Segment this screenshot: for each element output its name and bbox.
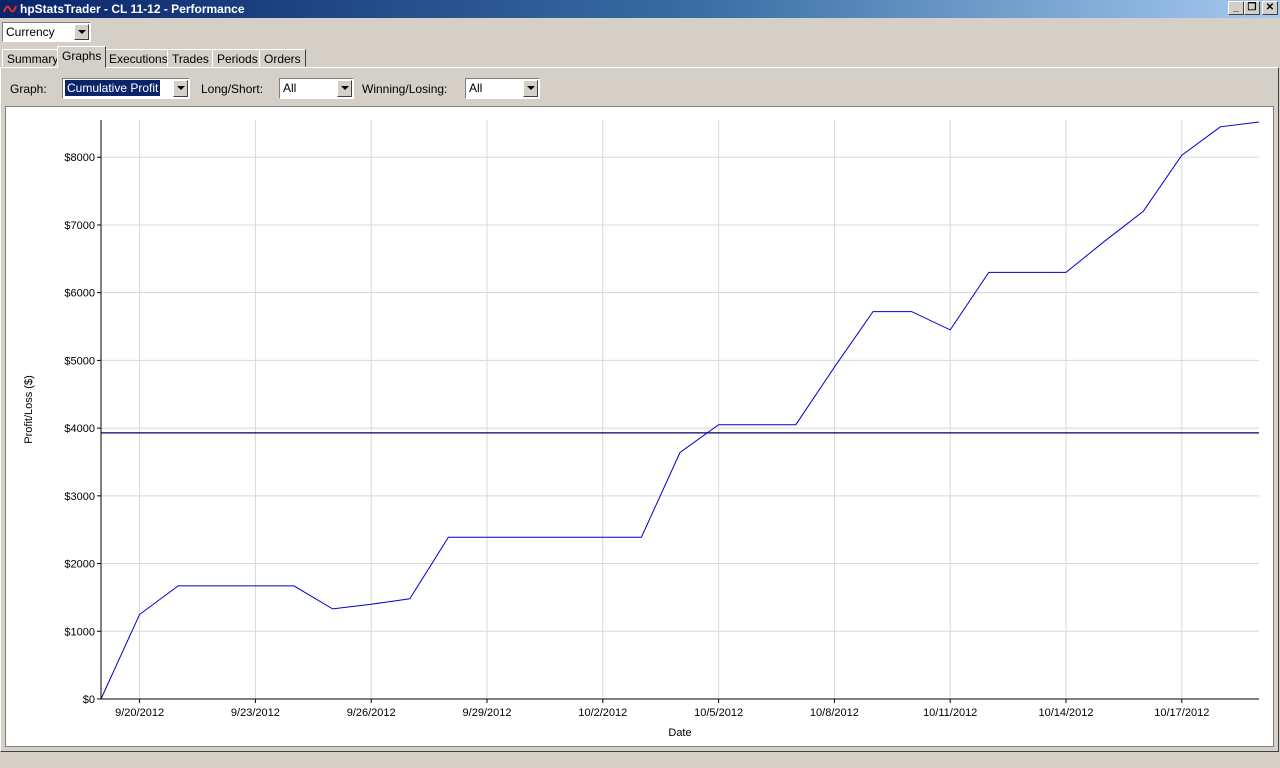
y-tick-label: $7000 (64, 220, 95, 232)
app-logo-icon (3, 5, 17, 13)
y-tick-label: $6000 (64, 288, 95, 300)
x-tick-label: 9/26/2012 (347, 707, 396, 719)
long-short-value: All (283, 81, 297, 95)
tab-trades[interactable]: Trades (167, 49, 214, 67)
title-bar: hpStatsTrader - CL 11-12 - Performance _… (0, 0, 1280, 18)
cumulative-profit-chart: 9/20/2012 9/23/2012 9/26/2012 9/29/2012 10/2… (23, 120, 1260, 739)
tab-periods[interactable]: Periods (212, 49, 263, 67)
restore-button[interactable]: ❐ (1244, 1, 1260, 15)
graph-type-value: Cumulative Profit (65, 80, 161, 96)
x-tick-label: 10/5/2012 (694, 707, 743, 719)
long-short-select[interactable]: All (279, 78, 354, 99)
tab-graphs[interactable]: Graphs (57, 46, 107, 68)
y-tick-label: $5000 (64, 355, 95, 367)
x-tick-label: 10/2/2012 (578, 707, 627, 719)
y-tick-label: $3000 (64, 491, 95, 503)
minimize-button[interactable]: _ (1228, 1, 1244, 15)
y-tick-label: $0 (83, 694, 95, 706)
chevron-down-icon[interactable] (337, 80, 352, 97)
graph-type-select[interactable]: Cumulative Profit (62, 78, 190, 99)
graph-label: Graph: (10, 82, 47, 96)
chevron-down-icon[interactable] (74, 24, 89, 40)
x-tick-label: 9/20/2012 (115, 707, 164, 719)
x-tick-label: 10/17/2012 (1154, 707, 1209, 719)
status-bar (0, 752, 1280, 768)
currency-select-value: Currency (6, 25, 55, 39)
x-tick-label: 10/8/2012 (810, 707, 859, 719)
long-short-label: Long/Short: (201, 82, 264, 96)
winning-losing-value: All (469, 81, 483, 95)
x-tick-label: 10/11/2012 (923, 707, 977, 719)
tab-summary[interactable]: Summary (2, 49, 64, 67)
x-tick-label: 9/23/2012 (231, 707, 280, 719)
winning-losing-select[interactable]: All (465, 78, 540, 99)
x-axis-label: Date (668, 727, 691, 739)
chart-area: 9/20/2012 9/23/2012 9/26/2012 9/29/2012 10/2… (5, 106, 1274, 747)
chevron-down-icon[interactable] (173, 80, 188, 97)
window-title: hpStatsTrader - CL 11-12 - Performance (20, 2, 245, 16)
y-tick-label: $1000 (64, 626, 95, 638)
chevron-down-icon[interactable] (523, 80, 538, 97)
tab-orders[interactable]: Orders (259, 49, 306, 67)
winning-losing-label: Winning/Losing: (362, 82, 448, 96)
currency-select[interactable]: Currency (2, 22, 91, 42)
y-tick-label: $4000 (64, 423, 95, 435)
y-axis-label: Profit/Loss ($) (23, 375, 35, 443)
y-tick-label: $8000 (64, 152, 95, 164)
x-tick-label: 9/29/2012 (463, 707, 512, 719)
close-button[interactable]: ✕ (1262, 1, 1278, 15)
x-tick-label: 10/14/2012 (1038, 707, 1093, 719)
tab-executions[interactable]: Executions (104, 49, 173, 67)
cumulative-profit-series-line (100, 121, 1260, 700)
y-tick-label: $2000 (64, 559, 95, 571)
